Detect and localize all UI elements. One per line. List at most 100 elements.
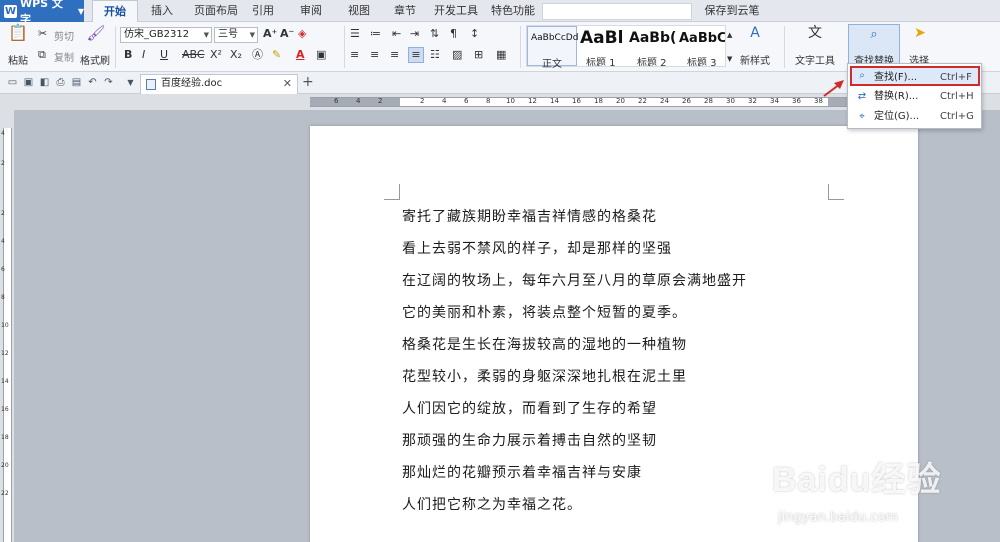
align-center-icon[interactable]: ≡ (370, 48, 379, 62)
grow-font-icon[interactable]: A⁺ (263, 27, 277, 41)
align-left-icon[interactable]: ≡ (350, 48, 359, 62)
document-line[interactable]: 人们因它的绽放，而看到了生存的希望 (402, 398, 657, 418)
style-normal[interactable]: AaBbCcDd 正文 (527, 26, 578, 70)
document-tab[interactable]: 百度经验.doc ✕ (140, 74, 298, 94)
brush-icon[interactable]: 🖌 (86, 26, 106, 46)
tab-review[interactable]: 审阅 (294, 0, 328, 22)
menu-item-find[interactable]: ⌕ 查找(F)... Ctrl+F (850, 66, 980, 86)
vertical-ruler[interactable]: 4 2 2 4 6 8 10 12 14 16 18 20 22 (0, 110, 14, 542)
ruler-tick: 28 (704, 97, 713, 105)
format-painter-button[interactable]: 格式刷 (80, 52, 110, 67)
gallery-scroll-up-icon[interactable]: ▲ (727, 28, 732, 42)
menu-item-replace[interactable]: ⇄ 替换(R)... Ctrl+H (850, 87, 980, 107)
numbered-list-icon[interactable]: ≔ (370, 27, 381, 41)
bullet-list-icon[interactable]: ☰ (350, 27, 360, 41)
distribute-icon[interactable]: ☷ (430, 48, 440, 62)
scissors-icon[interactable]: ✂ (38, 27, 47, 41)
paste-icon[interactable]: 📋 (8, 25, 28, 46)
tab-features[interactable]: 特色功能 (486, 0, 540, 22)
find-replace-dropdown: ⌕ 查找(F)... Ctrl+F ⇄ 替换(R)... Ctrl+H ⌖ 定位… (847, 63, 982, 129)
subscript-icon[interactable]: X₂ (230, 48, 242, 62)
sort-icon[interactable]: ⇅ (430, 27, 439, 41)
ruler-tick: 24 (660, 97, 669, 105)
document-line[interactable]: 花型较小，柔弱的身躯深深地扎根在泥土里 (402, 366, 687, 386)
font-size-select[interactable]: 三号 ▼ (214, 27, 258, 43)
tab-view[interactable]: 视图 (342, 0, 376, 22)
undo-icon[interactable]: ↶ (86, 76, 99, 89)
ruler-tick: 12 (528, 97, 537, 105)
document-line[interactable]: 人们把它称之为幸福之花。 (402, 494, 582, 514)
indent-icon[interactable]: ⇥ (410, 27, 419, 41)
outdent-icon[interactable]: ⇤ (392, 27, 401, 41)
ruler-tick: 6 (334, 97, 339, 105)
ruler-tick: 22 (638, 97, 647, 105)
char-border-icon[interactable]: ▣ (316, 48, 326, 62)
gallery-more-icon[interactable]: ▼ (727, 52, 732, 66)
highlight-icon[interactable]: ✎ (272, 48, 281, 62)
app-menu-button[interactable]: W WPS 文字 ▼ (0, 0, 84, 26)
text-effect-icon[interactable]: Ⓐ (252, 48, 263, 62)
ruler-tick: 22 (1, 490, 9, 497)
document-line[interactable]: 看上去弱不禁风的样子，却是那样的坚强 (402, 238, 672, 258)
line-spacing-icon[interactable]: ↕ (470, 27, 479, 41)
new-style-icon[interactable]: A (746, 26, 764, 44)
style-heading-1[interactable]: AaBl 标题 1 (578, 26, 626, 66)
font-color-icon[interactable]: A (296, 48, 305, 62)
superscript-icon[interactable]: X² (210, 48, 222, 62)
show-marks-icon[interactable]: ¶ (450, 27, 457, 41)
tab-page-layout[interactable]: 页面布局 (188, 0, 244, 22)
paste-button[interactable]: 粘贴 (4, 52, 32, 67)
copy-button[interactable]: 复制 (54, 49, 74, 64)
ruler-tick: 8 (486, 97, 491, 105)
export-pdf-icon[interactable]: ◧ (38, 76, 51, 89)
ruler-tick: 16 (572, 97, 581, 105)
shading-icon[interactable]: ▨ (452, 48, 462, 62)
shrink-font-icon[interactable]: A⁻ (280, 27, 294, 41)
strikethrough-icon[interactable]: ABC (182, 48, 205, 62)
print-icon[interactable]: ⎙ (54, 76, 67, 89)
table-icon[interactable]: ▦ (496, 48, 506, 62)
borders-icon[interactable]: ⊞ (474, 48, 483, 62)
open-folder-icon[interactable]: ▭ (6, 76, 19, 89)
new-style-button[interactable]: 新样式 (734, 52, 776, 67)
justify-icon[interactable]: ≡ (408, 47, 424, 63)
style-heading-3[interactable]: AaBbC 标题 3 (677, 26, 725, 66)
save-to-cloud-button[interactable]: 保存到云笔记 (700, 0, 764, 39)
document-line[interactable]: 那顽强的生命力展示着搏击自然的坚韧 (402, 430, 657, 450)
text-tools-icon[interactable]: 文 (806, 26, 824, 44)
document-line[interactable]: 格桑花是生长在海拔较高的湿地的一种植物 (402, 334, 687, 354)
document-line[interactable]: 寄托了藏族期盼幸福吉祥情感的格桑花 (402, 206, 657, 226)
chevron-down-icon[interactable]: ▼ (124, 76, 137, 89)
tab-home[interactable]: 开始 (92, 0, 138, 23)
print-preview-icon[interactable]: ▤ (70, 76, 83, 89)
close-icon[interactable]: ✕ (283, 75, 292, 93)
tab-references[interactable]: 引用 (246, 0, 280, 22)
italic-icon[interactable]: I (142, 48, 145, 62)
bold-icon[interactable]: B (124, 48, 132, 62)
save-icon[interactable]: ▣ (22, 76, 35, 89)
cut-button[interactable]: 剪切 (54, 28, 74, 43)
redo-icon[interactable]: ↷ (102, 76, 115, 89)
document-line[interactable]: 它的美丽和朴素，将装点整个短暂的夏季。 (402, 302, 687, 322)
ribbon-separator (115, 26, 116, 68)
text-tools-button[interactable]: 文字工具 (790, 52, 840, 67)
tab-developer[interactable]: 开发工具 (432, 0, 480, 22)
font-name-select[interactable]: 仿宋_GB2312 ▼ (120, 27, 212, 43)
menu-search-input[interactable] (542, 3, 692, 20)
find-replace-icon: ⌕ (870, 27, 878, 42)
ribbon-separator (520, 26, 521, 68)
clear-format-icon[interactable]: ◈ (298, 27, 306, 41)
menu-item-goto[interactable]: ⌖ 定位(G)... Ctrl+G (850, 107, 980, 127)
tab-insert[interactable]: 插入 (140, 0, 184, 22)
ruler-tick: 20 (1, 462, 9, 469)
underline-icon[interactable]: U (160, 48, 168, 62)
document-line[interactable]: 那灿烂的花瓣预示着幸福吉祥与安康 (402, 462, 642, 482)
document-line[interactable]: 在辽阔的牧场上，每年六月至八月的草原会满地盛开 (402, 270, 747, 290)
cursor-arrow-icon[interactable]: ➤ (912, 26, 928, 44)
copy-icon[interactable]: ⧉ (38, 48, 46, 62)
style-heading-2[interactable]: AaBb( 标题 2 (627, 26, 677, 66)
align-right-icon[interactable]: ≡ (390, 48, 399, 62)
ruler-tick: 2 (420, 97, 425, 105)
new-tab-icon[interactable]: + (302, 74, 314, 90)
tab-section[interactable]: 章节 (388, 0, 422, 22)
